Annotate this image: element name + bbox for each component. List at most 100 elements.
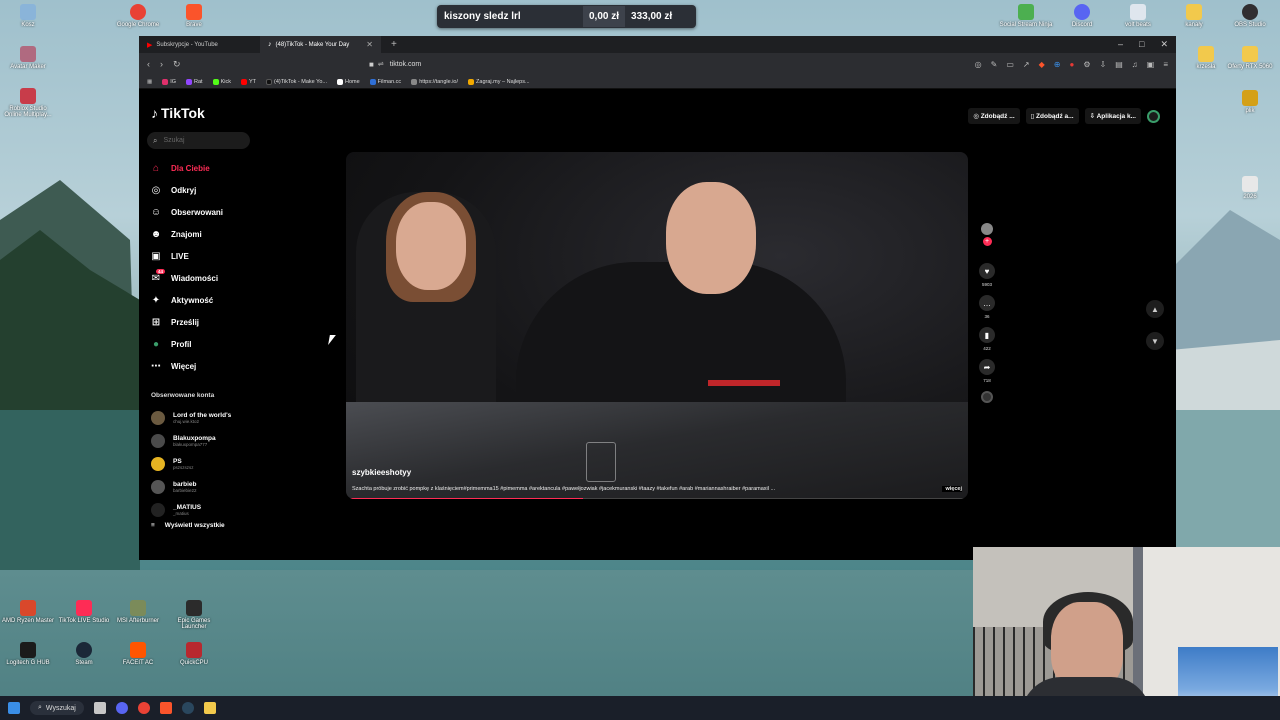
download-icon[interactable]: ⇩: [1100, 60, 1107, 69]
desktop-icon[interactable]: Social Stream Ninja: [998, 4, 1054, 28]
get-coins-button[interactable]: ◎ Zdobądź ...: [968, 108, 1020, 124]
reload-button[interactable]: ↻: [173, 59, 181, 70]
desktop-app-button[interactable]: ⇩ Aplikacja k...: [1084, 108, 1141, 124]
translate-icon[interactable]: ✎: [991, 60, 998, 69]
followed-account[interactable]: Blakuxpompa blakuxpompa777: [151, 429, 231, 452]
share-icon[interactable]: ↗: [1023, 60, 1030, 69]
start-icon[interactable]: [8, 702, 20, 714]
tab-youtube[interactable]: ▶ Subskrypcje - YouTube: [139, 36, 260, 53]
screen-icon[interactable]: ▭: [1006, 60, 1014, 69]
url-field[interactable]: ⇌ tiktok.com: [378, 60, 848, 69]
get-app-button[interactable]: ▯ Zdobądź a...: [1025, 108, 1079, 124]
desktop-icon[interactable]: volt beats: [1110, 4, 1166, 28]
desktop-icon[interactable]: OBS Studio: [1222, 4, 1278, 28]
bookmark-item[interactable]: Kick: [212, 78, 231, 85]
desktop-icon[interactable]: Discord: [1054, 4, 1110, 28]
video-progress-bar[interactable]: [350, 498, 964, 499]
desktop-icon[interactable]: Brave: [166, 4, 222, 28]
followed-account[interactable]: _MATIUS _matius: [151, 498, 231, 521]
extension-icon[interactable]: ⊕: [1054, 60, 1061, 69]
tiktok-logo[interactable]: ♪ TikTok: [151, 105, 205, 121]
sidebar-item-following[interactable]: ☺ Obserwowani: [149, 201, 223, 223]
user-avatar[interactable]: [1147, 109, 1160, 123]
bookmark-save-icon[interactable]: ▮: [979, 327, 995, 343]
close-window-button[interactable]: ✕: [1160, 39, 1168, 50]
close-tab-icon[interactable]: ✕: [366, 40, 373, 49]
bookmark-item[interactable]: Filman.cc: [369, 78, 401, 85]
desktop-icon[interactable]: Roblox Studio Online Multiplay...: [0, 88, 56, 118]
bookmark-item[interactable]: Home: [336, 78, 360, 85]
files-icon[interactable]: [93, 702, 106, 714]
desktop-icon[interactable]: MSI Afterburner: [110, 600, 166, 624]
bookmark-item[interactable]: (4)TikTok - Make Yo...: [266, 78, 327, 85]
taskbar-search[interactable]: ⌕ Wyszukaj: [30, 701, 84, 715]
apps-grid-icon[interactable]: ▦: [147, 79, 152, 85]
desktop-icon[interactable]: Logitech G HUB: [0, 642, 56, 666]
heart-icon[interactable]: ♥: [979, 263, 995, 279]
bookmark-item[interactable]: YT: [240, 78, 256, 85]
sidebar-item-more[interactable]: ⋯ Więcej: [149, 355, 223, 377]
menu-icon[interactable]: ≡: [1163, 60, 1168, 69]
desktop-icon[interactable]: AMD Ryzen Master: [0, 600, 56, 624]
followed-account[interactable]: Lord of the world's chuj.wie.kto2: [151, 406, 231, 429]
sidebar-item-activity[interactable]: ✦ Aktywność: [149, 289, 223, 311]
desktop-icon[interactable]: QuickCPU: [166, 642, 222, 666]
wallet-icon[interactable]: ▣: [1147, 60, 1155, 69]
brave-shield-icon[interactable]: ◆: [1039, 60, 1045, 69]
followed-account[interactable]: barbieb barbiebie22: [151, 475, 231, 498]
site-info-icon[interactable]: ⇌: [378, 60, 384, 68]
desktop-icon[interactable]: TikTok LIVE Studio: [56, 600, 112, 624]
creator-avatar[interactable]: [981, 223, 993, 235]
new-tab-button[interactable]: +: [381, 39, 407, 50]
puzzle-icon[interactable]: ⚙: [1083, 60, 1090, 69]
search-input[interactable]: ⌕ Szukaj: [147, 132, 250, 149]
more-link[interactable]: więcej: [942, 486, 962, 492]
followed-account[interactable]: PS pszszszsz: [151, 452, 231, 475]
chrome-icon[interactable]: [137, 702, 150, 714]
music-icon[interactable]: ♫: [1132, 60, 1138, 69]
tab-tiktok[interactable]: ♪ (48)TikTok - Make Your Day ✕: [260, 36, 381, 53]
sidebar-item-explore[interactable]: ◎ Odkryj: [149, 179, 223, 201]
bookmark-item[interactable]: IG: [162, 78, 176, 85]
sidebar-item-profile[interactable]: ● Profil: [149, 333, 223, 355]
desktop-icon[interactable]: Epic Games Launcher: [166, 600, 222, 630]
sidebar-item-upload[interactable]: ⊞ Prześlij: [149, 311, 223, 333]
sidebar-icon[interactable]: ▤: [1115, 60, 1123, 69]
comment-icon[interactable]: …: [979, 295, 995, 311]
next-video-button[interactable]: ▼: [1146, 332, 1164, 350]
mute-icon[interactable]: ◎: [975, 60, 982, 69]
sidebar-item-for-you[interactable]: ⌂ Dla Ciebie: [149, 157, 223, 179]
desktop-icon[interactable]: Oferty RTX 5060: [1222, 46, 1278, 70]
bookmark-icon[interactable]: ■: [369, 60, 374, 69]
sidebar-item-messages[interactable]: ✉ 44 Wiadomości: [149, 267, 223, 289]
record-icon[interactable]: ●: [1069, 60, 1074, 69]
desktop-icon[interactable]: Google Chrome: [110, 4, 166, 28]
forward-button[interactable]: ›: [160, 59, 163, 70]
video-player[interactable]: szybkieeshotyy Szachta próbuje zrobić po…: [346, 152, 968, 499]
desktop-icon[interactable]: Avatar Maker: [0, 46, 56, 70]
video-author[interactable]: szybkieeshotyy: [352, 468, 411, 477]
show-all-button[interactable]: ≡ Wyświetl wszystkie: [151, 522, 225, 529]
brave-icon[interactable]: [159, 702, 172, 714]
desktop-icon[interactable]: FACEIT AC: [110, 642, 166, 666]
desktop-icon[interactable]: Kosz: [0, 4, 56, 28]
follow-button[interactable]: +: [982, 237, 992, 246]
maximize-button[interactable]: □: [1139, 39, 1144, 50]
bookmark-item[interactable]: Rat: [186, 78, 203, 85]
sidebar-item-live[interactable]: ▣ LIVE: [149, 245, 223, 267]
bookmark-item[interactable]: Zagraj.my – Najleps...: [468, 78, 530, 85]
share-icon[interactable]: ➦: [979, 359, 995, 375]
discord-icon[interactable]: [115, 702, 128, 714]
bookmark-item[interactable]: https://tangle.io/: [411, 78, 458, 85]
desktop-icon[interactable]: plik: [1222, 90, 1278, 114]
sidebar-item-friends[interactable]: ☻ Znajomi: [149, 223, 223, 245]
explorer-icon[interactable]: [203, 702, 216, 714]
previous-video-button[interactable]: ▲: [1146, 300, 1164, 318]
steam-icon[interactable]: [181, 702, 194, 714]
music-disc-icon[interactable]: [981, 391, 993, 403]
minimize-button[interactable]: –: [1118, 39, 1123, 50]
desktop-icon[interactable]: Steam: [56, 642, 112, 666]
back-button[interactable]: ‹: [147, 59, 150, 70]
desktop-icon[interactable]: kanały: [1166, 4, 1222, 28]
desktop-icon[interactable]: 2026: [1222, 176, 1278, 200]
